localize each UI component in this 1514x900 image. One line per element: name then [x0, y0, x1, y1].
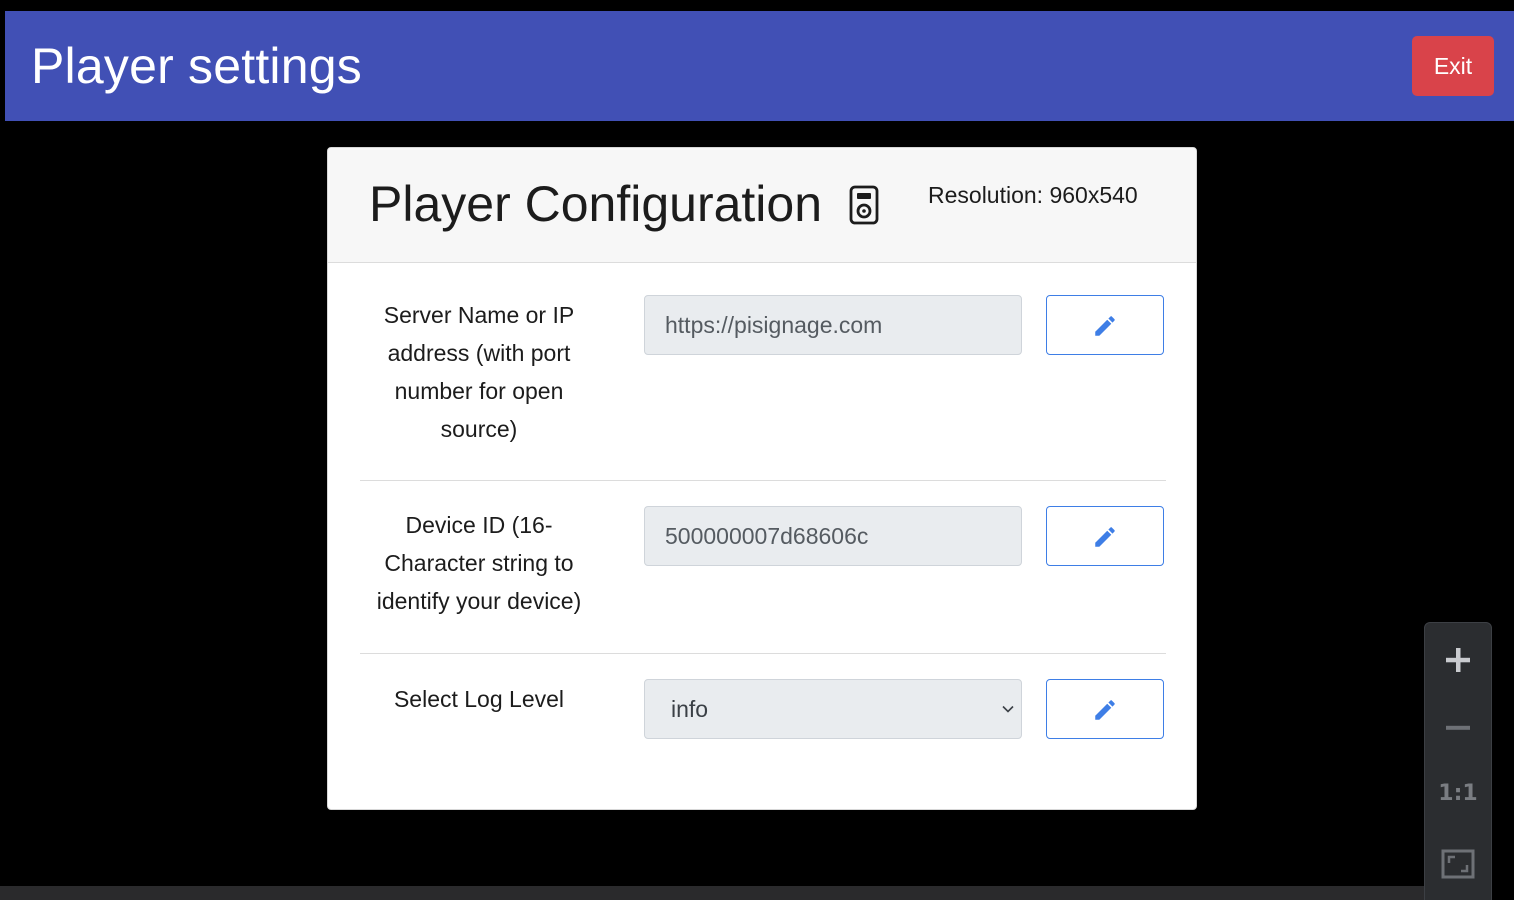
- zoom-controls: 1:1: [1424, 622, 1492, 900]
- edit-device-id-button[interactable]: [1046, 506, 1164, 566]
- pencil-icon: [1095, 316, 1115, 336]
- page-title: Player settings: [31, 38, 362, 94]
- row-divider: [360, 653, 1166, 654]
- zoom-in-button[interactable]: [1425, 629, 1491, 689]
- actual-size-button[interactable]: 1:1: [1425, 781, 1491, 806]
- log-level-value: info: [671, 696, 709, 722]
- header-bar: Player settings Exit: [5, 11, 1514, 121]
- resolution-text: Resolution: 960x540: [928, 182, 1138, 208]
- row-divider: [360, 480, 1166, 481]
- edit-server-button[interactable]: [1046, 295, 1164, 355]
- fit-screen-icon: [1441, 849, 1475, 879]
- pencil-icon: [1095, 700, 1115, 720]
- plus-icon: [1446, 648, 1470, 672]
- device-id-label: Device ID (16-Character string to identi…: [376, 512, 582, 614]
- bottom-strip: [0, 886, 1424, 900]
- log-level-label: Select Log Level: [393, 686, 565, 712]
- minus-icon: [1446, 725, 1470, 730]
- server-address-label: Server Name or IP address (with port num…: [383, 302, 575, 442]
- pencil-icon: [1095, 527, 1115, 547]
- exit-button[interactable]: Exit: [1412, 36, 1494, 96]
- media-player-icon: [849, 185, 879, 225]
- chevron-down-icon: [1002, 705, 1014, 713]
- device-id-field[interactable]: 500000007d68606c: [644, 506, 1022, 566]
- fit-screen-button[interactable]: [1425, 833, 1491, 893]
- card-header: Player Configuration Resolution: 960x540: [328, 148, 1196, 263]
- player-settings-screen: Player settings Exit Player Configuratio…: [0, 0, 1514, 900]
- zoom-out-button[interactable]: [1425, 697, 1491, 757]
- log-level-select[interactable]: info: [644, 679, 1022, 739]
- edit-log-level-button[interactable]: [1046, 679, 1164, 739]
- player-configuration-card: Player Configuration Resolution: 960x540…: [327, 147, 1197, 810]
- card-title: Player Configuration: [369, 176, 823, 232]
- server-address-field[interactable]: https://pisignage.com: [644, 295, 1022, 355]
